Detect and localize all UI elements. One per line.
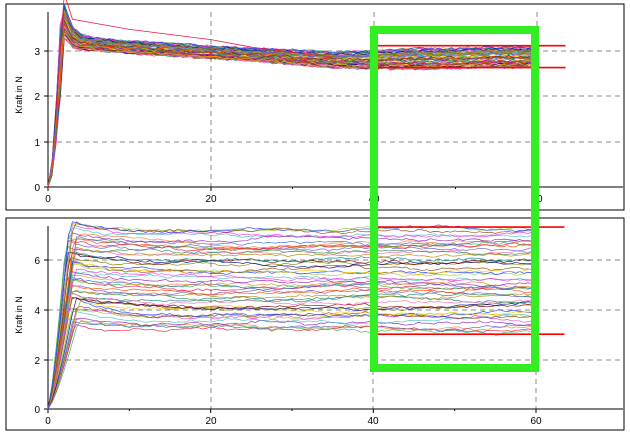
y-tick-label: 2 [34, 92, 40, 103]
y-tick-label: 2 [34, 356, 40, 367]
x-tick-label: 60 [530, 416, 542, 427]
x-tick-label: 40 [367, 416, 379, 427]
y-tick-label: 3 [34, 47, 40, 58]
top-y-axis-label: Kraft in N [14, 76, 24, 114]
y-tick-label: 1 [34, 138, 40, 149]
x-tick-label: 20 [205, 194, 217, 205]
figure: Kraft in N 0 20 40 600123 Kraft in N 0 20 40 6… [0, 0, 630, 433]
y-tick-label: 4 [34, 306, 40, 317]
x-tick-label: 0 [45, 416, 51, 427]
y-tick-label: 0 [34, 405, 40, 416]
y-tick-label: 0 [34, 183, 40, 194]
x-tick-label: 20 [205, 416, 217, 427]
x-tick-label: 0 [45, 194, 51, 205]
bottom-y-axis-label: Kraft in N [14, 296, 24, 334]
y-tick-label: 6 [34, 256, 40, 267]
